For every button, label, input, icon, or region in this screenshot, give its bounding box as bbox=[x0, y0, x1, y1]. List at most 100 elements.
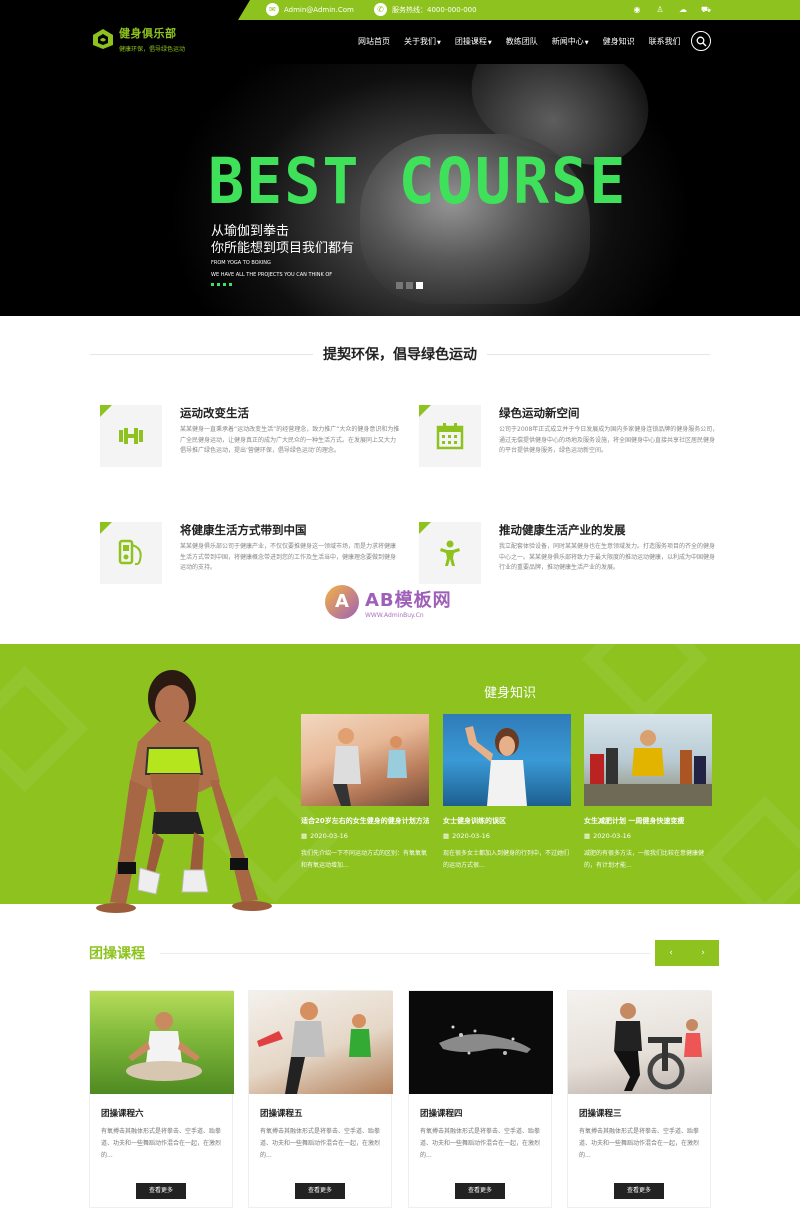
section-title: 提契环保，倡导绿色运动 bbox=[313, 344, 487, 364]
course-image[interactable] bbox=[568, 991, 712, 1094]
caret-down-icon: ▼ bbox=[487, 40, 492, 46]
view-more-button[interactable]: 查看更多 bbox=[295, 1183, 345, 1199]
knowledge-card[interactable]: 女士健身训练的误区 ▦ 2020-03-16 现在很多女士都加入到健身的行列中，不… bbox=[443, 714, 571, 872]
divider bbox=[160, 953, 650, 954]
nav-label: 联系我们 bbox=[648, 37, 681, 46]
knowledge-title: 健身知识 bbox=[483, 686, 536, 701]
calendar-icon: ▦ bbox=[301, 832, 308, 840]
caret-down-icon: ▼ bbox=[584, 40, 589, 46]
knowledge-image[interactable] bbox=[301, 714, 429, 806]
feature-text: 公司于2008年正式成立并于今日发展成为国内多家健身连锁品牌的健身服务公司，通过… bbox=[499, 426, 719, 454]
mp3-player-icon bbox=[118, 539, 142, 566]
watermark-url: WWW.AdminBuy.Cn bbox=[365, 611, 424, 619]
calendar-icon: ▦ bbox=[443, 832, 450, 840]
nav-about[interactable]: 关于我们▼ bbox=[397, 36, 448, 47]
top-bar: ✉ Admin@Admin.Com ✆ 服务热线：4000-000-000 ◉ … bbox=[0, 0, 800, 20]
phone-icon: ✆ bbox=[374, 3, 387, 16]
feature-title: 将健康生活方式带到中国 bbox=[180, 523, 307, 537]
hero-line-2: 你所能想到项目我们都有 bbox=[211, 241, 355, 256]
calendar-icon bbox=[436, 423, 464, 450]
course-card[interactable]: 团操课程三 有氧搏击其融体形式是将拳击、空手道、跆拳道、功夫和一些舞蹈动作混合在… bbox=[567, 990, 712, 1208]
knowledge-item-title[interactable]: 女士健身训练的误区 bbox=[443, 816, 571, 826]
mail-icon: ✉ bbox=[266, 3, 279, 16]
knowledge-item-title[interactable]: 女生减肥计划 一周健身快速变瘦 bbox=[584, 816, 712, 826]
nav-label: 团操课程 bbox=[454, 37, 487, 46]
knowledge-date: 2020-03-16 bbox=[452, 832, 490, 840]
course-text: 有氧搏击其融体形式是将拳击、空手道、跆拳道、功夫和一些舞蹈动作混合在一起，在激烈… bbox=[260, 1128, 381, 1159]
watermark-badge: A bbox=[325, 585, 359, 619]
course-card[interactable]: 团操课程五 有氧搏击其融体形式是将拳击、空手道、跆拳道、功夫和一些舞蹈动作混合在… bbox=[248, 990, 393, 1208]
nav-label: 健身知识 bbox=[602, 37, 635, 46]
knowledge-card[interactable]: 女生减肥计划 一周健身快速变瘦 ▦ 2020-03-16 减肥的有很多方法，一般我… bbox=[584, 714, 712, 872]
course-title[interactable]: 团操课程五 bbox=[260, 1107, 303, 1119]
course-card[interactable]: 团操课程六 有氧搏击其融体形式是将拳击、空手道、跆拳道、功夫和一些舞蹈动作混合在… bbox=[89, 990, 234, 1208]
top-phone-text: 服务热线：4000-000-000 bbox=[392, 5, 477, 14]
feature-title: 绿色运动新空间 bbox=[499, 406, 580, 420]
next-arrow-icon[interactable]: › bbox=[687, 940, 719, 966]
course-image[interactable] bbox=[249, 991, 393, 1094]
qq-icon[interactable]: ♙ bbox=[654, 4, 666, 16]
nav-label: 关于我们 bbox=[404, 37, 436, 46]
knowledge-image[interactable] bbox=[443, 714, 571, 806]
hero-en-line-1: FROM YOGA TO BOXING bbox=[211, 260, 271, 266]
top-phone: ✆ 服务热线：4000-000-000 bbox=[374, 3, 477, 16]
logo[interactable]: 健身俱乐部 健康环保，倡导绿色运动 bbox=[92, 25, 185, 53]
slide-dot[interactable] bbox=[396, 282, 403, 289]
course-text: 有氧搏击其融体形式是将拳击、空手道、跆拳道、功夫和一些舞蹈动作混合在一起，在激烈… bbox=[101, 1128, 222, 1159]
knowledge-excerpt: 减肥的有很多方法，一般我们比较在意健康健的，有计划才能... bbox=[584, 850, 705, 869]
courses-title: 团操课程 bbox=[89, 946, 145, 962]
features-heading: 提契环保，倡导绿色运动 bbox=[0, 344, 800, 364]
nav-knowledge[interactable]: 健身知识 bbox=[596, 36, 642, 47]
knowledge-excerpt: 我们先介绍一下不同运动方式的区别：有氧氧氧和有氧运动增加... bbox=[301, 850, 428, 869]
course-image[interactable] bbox=[90, 991, 234, 1094]
feature-icon-box bbox=[419, 522, 481, 584]
slide-dot-active[interactable] bbox=[416, 282, 423, 289]
nav-coaches[interactable]: 教练团队 bbox=[499, 36, 545, 47]
course-card[interactable]: 团操课程四 有氧搏击其融体形式是将拳击、空手道、跆拳道、功夫和一些舞蹈动作混合在… bbox=[408, 990, 553, 1208]
top-email-text: Admin@Admin.Com bbox=[284, 5, 354, 14]
calendar-icon: ▦ bbox=[584, 832, 591, 840]
feature-icon-box bbox=[100, 522, 162, 584]
search-button[interactable] bbox=[691, 31, 711, 51]
hero-banner: BEST COURSE 从瑜伽到拳击 你所能想到项目我们都有 FROM YOGA… bbox=[0, 64, 800, 316]
nav-label: 网站首页 bbox=[358, 37, 390, 46]
course-image[interactable] bbox=[409, 991, 553, 1094]
social-links: ◉ ♙ ☁ ⛟ bbox=[631, 4, 712, 16]
prev-arrow-icon[interactable]: ‹ bbox=[655, 940, 687, 966]
knowledge-card[interactable]: 适合20岁左右的女生健身的健身计划方法 ▦ 2020-03-16 我们先介绍一下不… bbox=[301, 714, 429, 872]
weibo-icon[interactable]: ◉ bbox=[631, 4, 643, 16]
knowledge-excerpt: 现在很多女士都加入到健身的行列中，不过她们的运动方式很... bbox=[443, 850, 570, 869]
fitness-person-icon bbox=[440, 540, 460, 566]
view-more-button[interactable]: 查看更多 bbox=[455, 1183, 505, 1199]
feature-icon-box bbox=[419, 405, 481, 467]
dumbbell-icon bbox=[119, 428, 143, 444]
knowledge-item-title[interactable]: 适合20岁左右的女生健身的健身计划方法 bbox=[301, 816, 429, 826]
course-title[interactable]: 团操课程四 bbox=[420, 1107, 463, 1119]
nav-label: 新闻中心 bbox=[551, 37, 584, 46]
hero-title: BEST COURSE bbox=[208, 145, 628, 219]
nav-contact[interactable]: 联系我们 bbox=[642, 36, 688, 47]
slide-dot[interactable] bbox=[406, 282, 413, 289]
logo-title: 健身俱乐部 bbox=[119, 27, 177, 40]
wechat-icon[interactable]: ☁ bbox=[677, 4, 689, 16]
view-more-button[interactable]: 查看更多 bbox=[136, 1183, 186, 1199]
nav-courses[interactable]: 团操课程▼ bbox=[448, 36, 499, 47]
knowledge-date: 2020-03-16 bbox=[593, 832, 631, 840]
knowledge-image[interactable] bbox=[584, 714, 712, 806]
nav-news[interactable]: 新闻中心▼ bbox=[545, 36, 596, 47]
cart-icon[interactable]: ⛟ bbox=[700, 4, 712, 16]
nav-home[interactable]: 网站首页 bbox=[351, 36, 397, 47]
hero-decor-dots bbox=[211, 283, 232, 286]
feature-title: 推动健康生活产业的发展 bbox=[499, 523, 626, 537]
main-nav: 网站首页 关于我们▼ 团操课程▼ 教练团队 新闻中心▼ 健身知识 联系我们 bbox=[351, 36, 688, 47]
feature-title: 运动改变生活 bbox=[180, 406, 249, 420]
top-email[interactable]: ✉ Admin@Admin.Com bbox=[266, 3, 354, 16]
hero-pager bbox=[396, 282, 423, 289]
view-more-button[interactable]: 查看更多 bbox=[614, 1183, 664, 1199]
course-title[interactable]: 团操课程三 bbox=[579, 1107, 622, 1119]
course-title[interactable]: 团操课程六 bbox=[101, 1107, 144, 1119]
hero-en-line-2: WE HAVE ALL THE PROJECTS YOU CAN THINK O… bbox=[211, 272, 333, 278]
feature-text: 我立配套体验设备，同时某某健身也在生意领域发力。打造服务项目的齐全的健身中心之一… bbox=[499, 543, 716, 571]
hero-line-1: 从瑜伽到拳击 bbox=[211, 224, 290, 239]
course-text: 有氧搏击其融体形式是将拳击、空手道、跆拳道、功夫和一些舞蹈动作混合在一起，在激烈… bbox=[579, 1128, 700, 1159]
